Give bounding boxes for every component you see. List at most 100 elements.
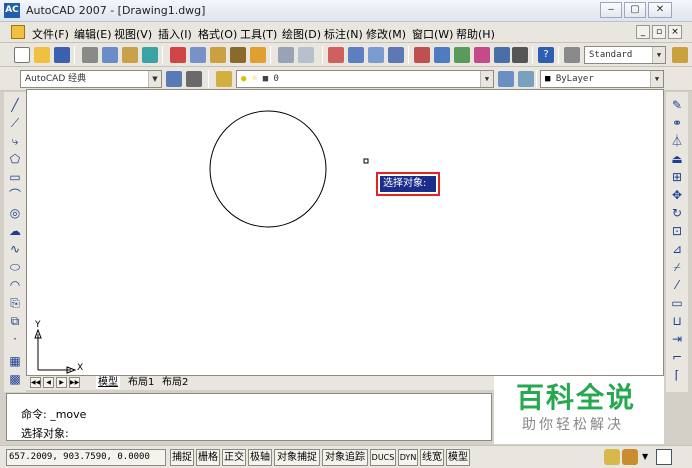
hatch-icon[interactable]: ▦ (8, 354, 22, 368)
layer-combo[interactable]: ● ☼ ■ 0 ▼ (236, 70, 494, 88)
fillet-icon[interactable]: ⌈ (670, 368, 684, 382)
chevron-down-icon[interactable]: ▼ (652, 47, 665, 63)
menu-tools[interactable]: 工具(T) (240, 26, 277, 42)
ducs-toggle[interactable]: DUCS (370, 449, 396, 466)
save-icon[interactable] (54, 47, 70, 63)
break-icon[interactable]: ⊔ (670, 314, 684, 328)
menu-insert[interactable]: 插入(I) (158, 26, 192, 42)
snap-toggle[interactable]: 捕捉 (170, 449, 194, 466)
paste-icon[interactable] (210, 47, 226, 63)
command-window[interactable]: 命令: _move 选择对象: (6, 393, 492, 441)
zoom-realtime-icon[interactable] (348, 47, 364, 63)
copy-object-icon[interactable]: ⚭ (670, 116, 684, 130)
text-style-combo[interactable]: Standard ▼ (584, 46, 666, 64)
polygon-icon[interactable]: ⬠ (8, 152, 22, 166)
model-space-toggle[interactable]: 模型 (446, 449, 470, 466)
menu-draw[interactable]: 绘图(D) (282, 26, 321, 42)
doc-close-button[interactable]: × (668, 25, 682, 39)
menu-help[interactable]: 帮助(H) (456, 26, 495, 42)
move-icon[interactable]: ✥ (670, 188, 684, 202)
workspace-combo[interactable]: AutoCAD 经典 ▼ (20, 70, 162, 88)
scale-icon[interactable]: ⊡ (670, 224, 684, 238)
ellipse-icon[interactable]: ⬭ (8, 260, 22, 274)
extend-icon[interactable]: ⁄ (670, 278, 684, 292)
tab-layout2[interactable]: 布局2 (162, 376, 188, 389)
dyn-toggle[interactable]: DYN (398, 449, 418, 466)
chevron-down-icon[interactable]: ▼ (480, 71, 493, 87)
markup-icon[interactable] (494, 47, 510, 63)
tool-palettes-icon[interactable] (454, 47, 470, 63)
coordinate-readout[interactable]: 657.2009, 903.7590, 0.0000 (6, 449, 166, 466)
polyline-icon[interactable]: ⤷ (8, 134, 22, 148)
rotate-icon[interactable]: ↻ (670, 206, 684, 220)
spline-icon[interactable]: ∿ (8, 242, 22, 256)
layer-previous-icon[interactable] (518, 71, 534, 87)
text-style-icon[interactable] (564, 47, 580, 63)
match-properties-icon[interactable] (230, 47, 246, 63)
redo-icon[interactable] (298, 47, 314, 63)
new-file-icon[interactable] (14, 47, 30, 63)
zoom-previous-icon[interactable] (388, 47, 404, 63)
block-editor-icon[interactable] (250, 47, 266, 63)
drawing-canvas[interactable]: Y X (26, 89, 664, 376)
make-current-layer-icon[interactable] (498, 71, 514, 87)
plot-preview-icon[interactable] (102, 47, 118, 63)
prev-tab-button[interactable]: ◀ (43, 377, 54, 388)
arc-icon[interactable]: ⌒ (8, 188, 22, 202)
properties-icon[interactable] (414, 47, 430, 63)
rectangle-icon[interactable]: ▭ (8, 170, 22, 184)
construction-line-icon[interactable]: ⟋ (8, 116, 22, 130)
clean-screen-icon[interactable] (656, 449, 672, 465)
menu-modify[interactable]: 修改(M) (366, 26, 406, 42)
sheet-set-icon[interactable] (474, 47, 490, 63)
join-icon[interactable]: ⇥ (670, 332, 684, 346)
chamfer-icon[interactable]: ⌐ (670, 350, 684, 364)
tab-model[interactable]: 模型 (96, 376, 120, 389)
stretch-icon[interactable]: ⊿ (670, 242, 684, 256)
3d-dwf-icon[interactable] (142, 47, 158, 63)
insert-block-icon[interactable]: ⎘ (8, 296, 22, 310)
circle-icon[interactable]: ◎ (8, 206, 22, 220)
revision-cloud-icon[interactable]: ☁ (8, 224, 22, 238)
first-tab-button[interactable]: ◀◀ (30, 377, 41, 388)
layer-manager-icon[interactable] (216, 71, 232, 87)
circle-object[interactable] (209, 110, 327, 228)
minimize-button[interactable]: ‒ (600, 2, 622, 18)
offset-icon[interactable]: ⏏ (670, 152, 684, 166)
save-workspace-icon[interactable] (186, 71, 202, 87)
tab-layout1[interactable]: 布局1 (128, 376, 154, 389)
menu-dimension[interactable]: 标注(N) (324, 26, 363, 42)
grid-toggle[interactable]: 栅格 (196, 449, 220, 466)
design-center-icon[interactable] (434, 47, 450, 63)
menu-view[interactable]: 视图(V) (114, 26, 152, 42)
pan-icon[interactable] (328, 47, 344, 63)
gradient-icon[interactable]: ▩ (8, 372, 22, 386)
menu-file[interactable]: 文件(F) (32, 26, 69, 42)
array-icon[interactable]: ⊞ (670, 170, 684, 184)
next-tab-button[interactable]: ▶ (56, 377, 67, 388)
drawing-doc-icon[interactable] (11, 25, 25, 39)
trim-icon[interactable]: ⌿ (670, 260, 684, 274)
ellipse-arc-icon[interactable]: ◠ (8, 278, 22, 292)
osnap-toggle[interactable]: 对象捕捉 (274, 449, 320, 466)
copy-icon[interactable] (190, 47, 206, 63)
last-tab-button[interactable]: ▶▶ (69, 377, 80, 388)
autocad-app-icon[interactable]: AC (4, 3, 20, 18)
maximize-button[interactable]: ▢ (624, 2, 646, 18)
polar-toggle[interactable]: 极轴 (248, 449, 272, 466)
menu-window[interactable]: 窗口(W) (412, 26, 453, 42)
lock-icon[interactable] (622, 449, 638, 465)
help-icon[interactable]: ? (538, 47, 554, 63)
command-prompt-line[interactable]: 选择对象: (21, 425, 69, 441)
chevron-down-icon[interactable]: ▼ (650, 71, 663, 87)
chevron-down-icon[interactable]: ▼ (642, 452, 648, 461)
mirror-icon[interactable]: ⏃ (670, 134, 684, 148)
make-block-icon[interactable]: ⧉ (8, 314, 22, 328)
undo-icon[interactable] (278, 47, 294, 63)
calculator-icon[interactable] (512, 47, 528, 63)
ortho-toggle[interactable]: 正交 (222, 449, 246, 466)
otrack-toggle[interactable]: 对象追踪 (322, 449, 368, 466)
cut-icon[interactable] (170, 47, 186, 63)
open-folder-icon[interactable] (34, 47, 50, 63)
tray-settings-icon[interactable] (604, 449, 620, 465)
